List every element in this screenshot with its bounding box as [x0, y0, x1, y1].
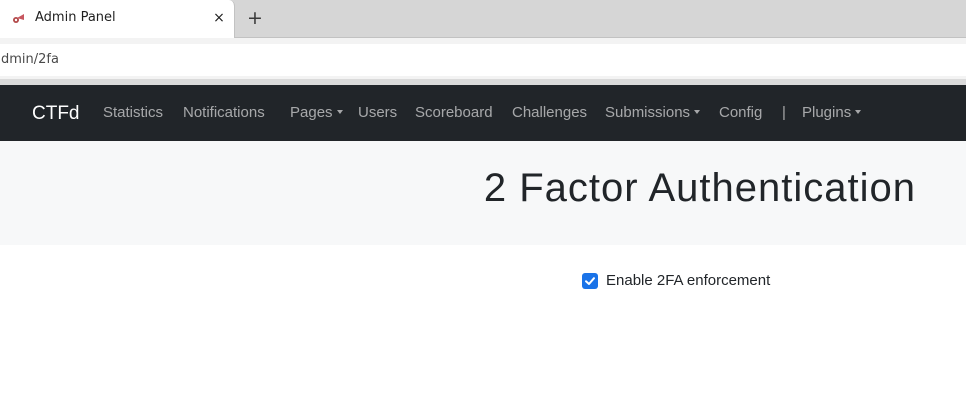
nav-pages-dropdown[interactable]: Pages: [290, 104, 343, 121]
page-title: 2 Factor Authentication: [483, 166, 916, 210]
admin-navbar: CTFd Statistics Notifications Pages User…: [0, 85, 966, 141]
nav-config[interactable]: Config: [719, 104, 762, 121]
caret-down-icon: [336, 110, 343, 114]
browser-tab[interactable]: Admin Panel ×: [0, 0, 235, 38]
ctfd-favicon-icon: [13, 14, 24, 23]
caret-down-icon: [855, 110, 862, 114]
enforce-2fa-checkbox[interactable]: [582, 273, 598, 289]
checkmark-icon: [585, 277, 595, 285]
nav-submissions-dropdown[interactable]: Submissions: [605, 104, 701, 121]
browser-toolbar: dmin/2fa: [0, 38, 966, 85]
close-tab-icon[interactable]: ×: [210, 9, 228, 27]
nav-plugins-label: Plugins: [802, 104, 852, 121]
nav-challenges[interactable]: Challenges: [512, 104, 587, 121]
nav-statistics[interactable]: Statistics: [103, 104, 163, 121]
nav-notifications[interactable]: Notifications: [183, 104, 265, 121]
address-bar-url: dmin/2fa: [1, 52, 59, 67]
nav-scoreboard[interactable]: Scoreboard: [415, 104, 493, 121]
nav-divider: |: [782, 104, 786, 121]
address-bar[interactable]: dmin/2fa: [0, 44, 966, 76]
enforce-2fa-label[interactable]: Enable 2FA enforcement: [606, 272, 770, 289]
nav-plugins-dropdown[interactable]: Plugins: [802, 104, 862, 121]
brand-logo[interactable]: CTFd: [32, 103, 80, 125]
browser-tab-strip: Admin Panel × +: [0, 0, 966, 38]
caret-down-icon: [694, 110, 701, 114]
new-tab-icon[interactable]: +: [244, 7, 266, 29]
browser-tab-title: Admin Panel: [35, 10, 116, 25]
nav-users[interactable]: Users: [358, 104, 397, 121]
page-header: 2 Factor Authentication: [0, 141, 966, 245]
nav-pages-label: Pages: [290, 104, 333, 121]
nav-submissions-label: Submissions: [605, 104, 691, 121]
